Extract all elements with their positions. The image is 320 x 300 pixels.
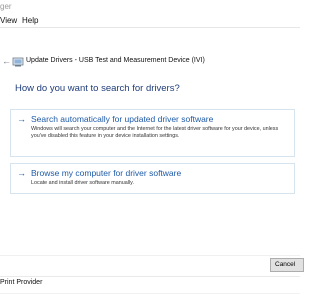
menu-bar: View Help [0, 14, 300, 28]
search-automatically-option[interactable]: → Search automatically for updated drive… [10, 109, 295, 157]
device-list-item[interactable]: Print Provider [0, 279, 42, 286]
window-title: ger [0, 2, 12, 11]
menu-view[interactable]: View [0, 16, 17, 25]
search-prompt-heading: How do you want to search for drivers? [15, 83, 180, 94]
cancel-button[interactable]: Cancel [270, 258, 304, 272]
arrow-right-icon: → [17, 168, 26, 178]
device-manager-window: ger View Help ← Update Drivers - USB Tes… [0, 0, 304, 300]
arrow-right-icon: → [17, 114, 26, 124]
update-drivers-dialog: ← Update Drivers - USB Test and Measurem… [0, 36, 300, 276]
option-title: Browse my computer for driver software [31, 168, 182, 178]
back-arrow-icon[interactable]: ← [2, 55, 12, 67]
list-divider [0, 293, 300, 294]
browse-computer-option[interactable]: → Browse my computer for driver software… [10, 163, 295, 194]
dialog-title: Update Drivers - USB Test and Measuremen… [26, 57, 205, 64]
menu-help[interactable]: Help [22, 16, 38, 25]
footer-divider [0, 255, 300, 256]
option-description: Locate and install driver software manua… [31, 180, 134, 186]
option-title: Search automatically for updated driver … [31, 114, 214, 124]
device-icon [12, 55, 24, 67]
title-bar: ger [0, 0, 300, 14]
device-list-background: Print Provider [0, 276, 300, 300]
option-description: Windows will search your computer and th… [31, 126, 279, 140]
